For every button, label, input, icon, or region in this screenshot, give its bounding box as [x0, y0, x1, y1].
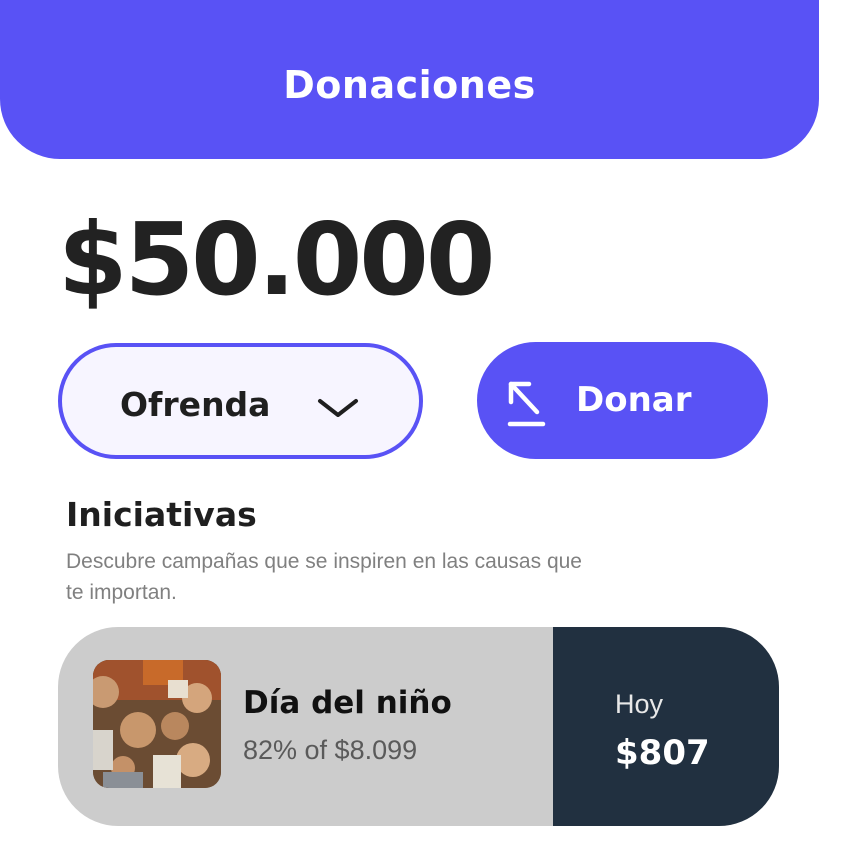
- initiatives-title: Iniciativas: [66, 495, 257, 534]
- initiatives-description: Descubre campañas que se inspiren en las…: [66, 550, 582, 604]
- initiative-card[interactable]: Día del niño 82% of $8.099 Hoy $807: [58, 627, 779, 826]
- initiative-title: Día del niño: [243, 685, 452, 721]
- children-photo: [93, 660, 221, 788]
- today-label: Hoy: [615, 689, 664, 719]
- arrow-up-left-icon: [507, 381, 546, 427]
- chevron-down-icon: [318, 399, 358, 417]
- donation-type-select[interactable]: Ofrenda: [58, 343, 423, 459]
- app-header: Donaciones: [0, 0, 819, 159]
- donate-button-label: Donar: [576, 380, 692, 420]
- initiative-progress-text: 82% of $8.099: [243, 735, 418, 765]
- initiative-today-panel: Hoy $807: [553, 627, 779, 826]
- photo-illustration: [93, 660, 221, 788]
- page-title: Donaciones: [283, 62, 536, 107]
- donation-type-value: Ofrenda: [120, 385, 271, 424]
- donate-button[interactable]: Donar: [477, 342, 768, 459]
- today-amount: $807: [615, 733, 710, 773]
- donation-amount[interactable]: $50.000: [58, 200, 495, 320]
